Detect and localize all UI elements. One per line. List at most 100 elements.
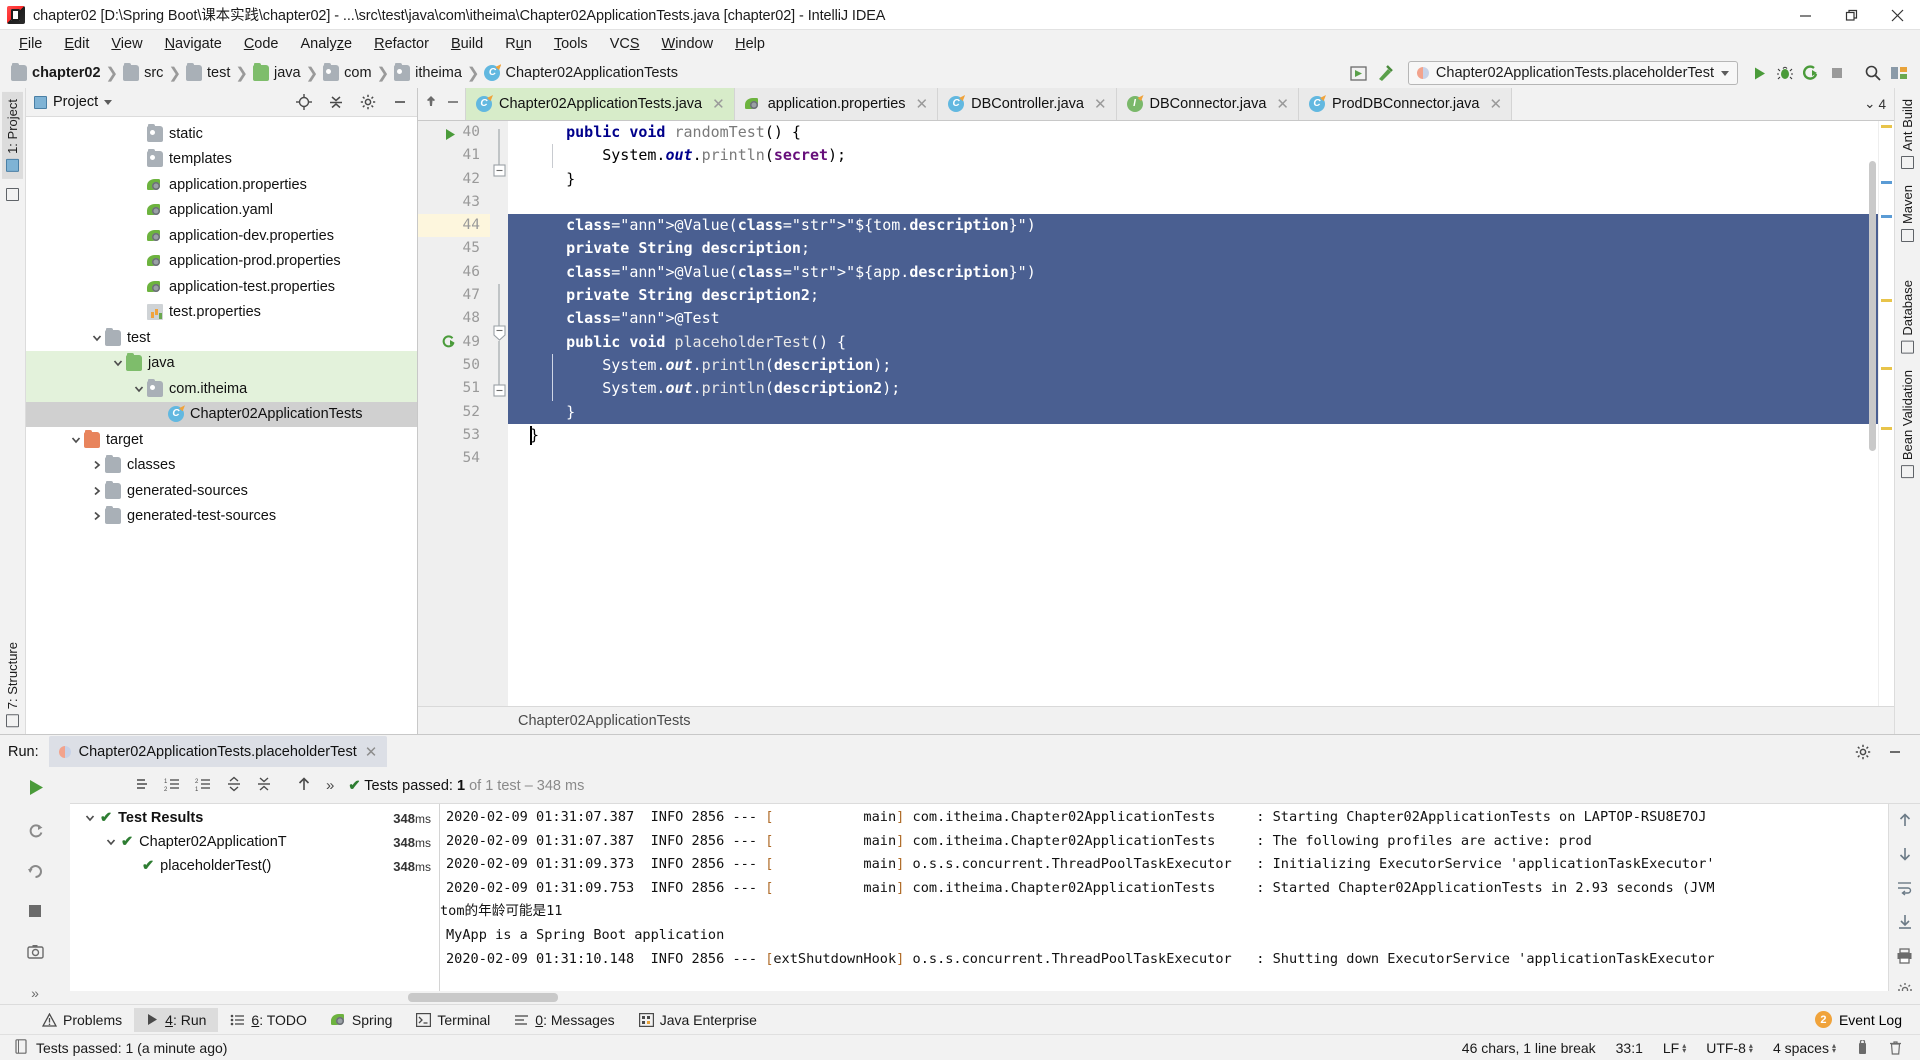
menu-edit[interactable]: Edit: [53, 33, 100, 55]
test-tree-item-chapter02applicationt[interactable]: ✔ Chapter02ApplicationT 348ms: [70, 830, 439, 854]
tree-twisty[interactable]: [131, 126, 147, 142]
sidebar-item-favorites-top[interactable]: [3, 181, 22, 208]
code-line-42[interactable]: }: [508, 168, 1878, 191]
gutter-line-44[interactable]: 44: [418, 214, 490, 238]
status-vcs-branch-icon[interactable]: [1846, 1040, 1879, 1055]
tree-item-test-properties[interactable]: test.properties: [26, 300, 417, 326]
gutter-line-50[interactable]: 50: [418, 354, 490, 377]
tree-twisty[interactable]: [152, 406, 168, 422]
run-configuration-selector[interactable]: Chapter02ApplicationTests.placeholderTes…: [1407, 61, 1738, 85]
pin-tab-icon[interactable]: [424, 95, 438, 113]
breadcrumb-src[interactable]: src: [120, 63, 166, 82]
tree-item-com-itheima[interactable]: com.itheima: [26, 376, 417, 402]
editor-breadcrumb-label[interactable]: Chapter02ApplicationTests: [518, 713, 691, 729]
run-button[interactable]: [1746, 61, 1772, 85]
tree-item-generated-test-sources[interactable]: generated-test-sources: [26, 504, 417, 530]
menu-file[interactable]: File: [8, 33, 53, 55]
expand-all-icon[interactable]: [226, 776, 242, 796]
sidebar-item-bean-validation[interactable]: Bean Validation: [1897, 363, 1918, 485]
sidebar-item-project[interactable]: 1: Project: [2, 92, 23, 179]
code-line-50[interactable]: System.out.println(description);: [508, 353, 1878, 378]
menu-window[interactable]: Window: [651, 33, 725, 55]
console-line-2[interactable]: 2020-02-09 01:31:07.387 INFO 2856 --- [ …: [440, 830, 1888, 854]
more-actions-button[interactable]: »: [24, 982, 46, 1004]
sort-by-duration-icon[interactable]: 21: [195, 776, 212, 796]
tree-twisty[interactable]: [131, 279, 147, 295]
gutter-line-46[interactable]: 46: [418, 261, 490, 284]
gutter-line-42[interactable]: 42: [418, 168, 490, 191]
breadcrumb-com[interactable]: com: [320, 63, 374, 82]
chevron-down-icon[interactable]: [104, 99, 113, 105]
update-running-application-button[interactable]: [1346, 61, 1372, 85]
editor-vertical-scrollbar[interactable]: [1869, 161, 1876, 451]
settings-gear-icon[interactable]: [1850, 740, 1876, 764]
stop-button[interactable]: [1824, 61, 1850, 85]
status-message[interactable]: Tests passed: 1 (a minute ago): [36, 1040, 227, 1056]
scroll-up-icon[interactable]: [1897, 812, 1913, 832]
gutter-line-53[interactable]: 53: [418, 424, 490, 447]
gutter-line-49[interactable]: 49: [418, 331, 490, 354]
tree-twisty[interactable]: [131, 151, 147, 167]
breadcrumb-itheima[interactable]: itheima: [391, 63, 465, 82]
code-line-51[interactable]: System.out.println(description2);: [508, 377, 1878, 401]
tree-twisty[interactable]: [89, 330, 105, 346]
maximize-icon[interactable]: [1828, 0, 1874, 30]
menu-tools[interactable]: Tools: [543, 33, 599, 55]
code-line-44[interactable]: class="ann">@Value(class="str">"${tom.de…: [508, 214, 1878, 238]
code-line-45[interactable]: private String description;: [508, 237, 1878, 261]
build-hammer-icon[interactable]: [1372, 61, 1398, 85]
tree-twisty[interactable]: [110, 355, 126, 371]
code-line-54[interactable]: [508, 447, 1878, 470]
tree-item-application-prod-properties[interactable]: application-prod.properties: [26, 249, 417, 275]
code-line-41[interactable]: System.out.println(secret);: [508, 144, 1878, 168]
close-icon[interactable]: ✕: [1094, 95, 1107, 113]
sidebar-item-structure[interactable]: 7: Structure: [2, 635, 23, 734]
tab-ProdDBConnector-java[interactable]: C ProdDBConnector.java ✕: [1298, 88, 1513, 120]
test-tree-item-placeholdertest-[interactable]: ✔ placeholderTest() 348ms: [70, 854, 439, 878]
sidebar-item-database[interactable]: Database: [1897, 273, 1918, 361]
expand-collapse-icon[interactable]: [134, 776, 150, 796]
tree-item-chapter02applicationtests[interactable]: C Chapter02ApplicationTests: [26, 401, 417, 427]
sidebar-item-maven[interactable]: Maven: [1897, 178, 1918, 249]
tree-item-application-yaml[interactable]: application.yaml: [26, 198, 417, 224]
hide-tabs-icon[interactable]: [446, 95, 460, 113]
sort-alphabetically-icon[interactable]: 12: [164, 776, 181, 796]
close-icon[interactable]: [1874, 0, 1920, 30]
soft-wrap-icon[interactable]: [1896, 880, 1913, 900]
breadcrumb-chapter02[interactable]: chapter02: [8, 63, 104, 82]
hide-panel-icon[interactable]: [387, 90, 413, 114]
code-line-40[interactable]: public void randomTest() {: [508, 121, 1878, 144]
tree-twisty[interactable]: [131, 253, 147, 269]
code-line-49[interactable]: public void placeholderTest() {: [508, 330, 1878, 354]
status-encoding[interactable]: UTF-8 ▴ ▾: [1696, 1040, 1763, 1056]
tree-twisty[interactable]: [131, 381, 147, 397]
settings-gear-icon[interactable]: [355, 90, 381, 114]
tree-item-test[interactable]: test: [26, 325, 417, 351]
editor-marker-bar[interactable]: [1878, 121, 1894, 706]
sidebar-item-ant-build[interactable]: Ant Build: [1897, 92, 1918, 176]
menu-help[interactable]: Help: [724, 33, 776, 55]
tree-twisty[interactable]: [89, 457, 105, 473]
project-tree[interactable]: static templates application.properties app…: [26, 117, 417, 734]
minimize-icon[interactable]: [1782, 0, 1828, 30]
console-line-3[interactable]: 2020-02-09 01:31:09.373 INFO 2856 --- [ …: [440, 853, 1888, 877]
tree-item-templates[interactable]: templates: [26, 147, 417, 173]
tree-twisty[interactable]: [131, 304, 147, 320]
gutter-line-54[interactable]: 54: [418, 447, 490, 470]
close-icon[interactable]: ✕: [365, 743, 378, 761]
project-structure-icon[interactable]: [1886, 61, 1912, 85]
export-icon[interactable]: [1897, 914, 1913, 934]
test-tree-item-test-results[interactable]: ✔ Test Results 348ms: [70, 806, 439, 830]
previous-occurrence-icon[interactable]: [296, 776, 312, 796]
tree-item-application-dev-properties[interactable]: application-dev.properties: [26, 223, 417, 249]
gutter-line-41[interactable]: 41: [418, 144, 490, 167]
editor-fold-column[interactable]: [490, 121, 508, 706]
status-line-separator[interactable]: LF ▴ ▾: [1653, 1040, 1696, 1056]
tab-Chapter02ApplicationTests-java[interactable]: C Chapter02ApplicationTests.java ✕: [466, 88, 735, 120]
tree-item-target[interactable]: target: [26, 427, 417, 453]
code-line-43[interactable]: [508, 191, 1878, 214]
close-icon[interactable]: ✕: [1489, 95, 1502, 113]
gutter-line-43[interactable]: 43: [418, 191, 490, 214]
tree-twisty[interactable]: [89, 483, 105, 499]
tree-item-generated-sources[interactable]: generated-sources: [26, 478, 417, 504]
